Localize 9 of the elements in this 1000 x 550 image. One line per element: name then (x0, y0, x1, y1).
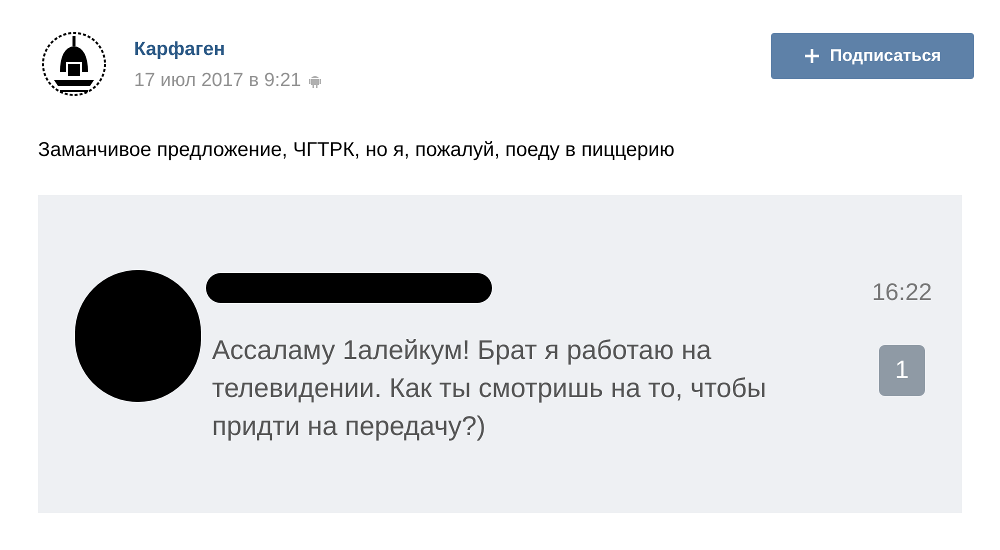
post-date[interactable]: 17 июл 2017 в 9:21 (134, 66, 302, 95)
message-text: Ассаламу 1алейкум! Брат я работаю на телевидении. Как ты смотришь на то, чтобы придти на передачу?) (212, 334, 768, 443)
message-time: 16:22 (872, 278, 932, 308)
android-icon (309, 74, 322, 88)
subscribe-button[interactable]: Подписаться (771, 33, 974, 79)
unread-count: 1 (878, 345, 925, 396)
plus-icon (804, 48, 820, 64)
author-name[interactable]: Карфаген (134, 36, 322, 64)
post-text: Заманчивое предложение, ЧГТРК, но я, пожалуй, поеду в пиццерию (37, 138, 676, 163)
